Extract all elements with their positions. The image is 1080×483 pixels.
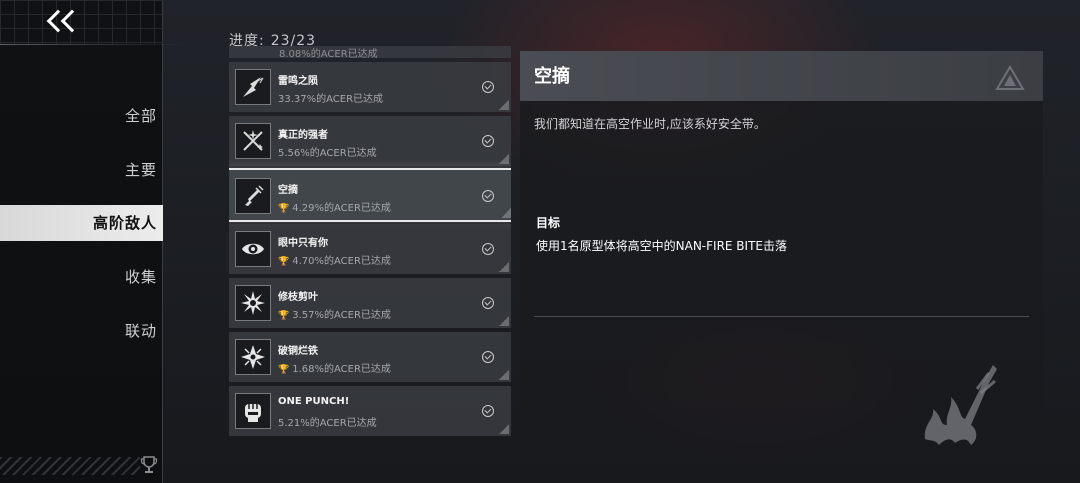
- list-item[interactable]: 8.08%的ACER已达成: [229, 46, 511, 60]
- achievement-subtitle: 🏆 4.70%的ACER已达成: [278, 252, 391, 267]
- detail-header: 空摘: [520, 51, 1043, 101]
- sidebar-item-main[interactable]: 主要: [0, 152, 163, 188]
- chevron-left-icon: [60, 9, 84, 33]
- sidebar: 全部 主要 高阶敌人 收集 联动: [0, 0, 163, 483]
- check-circle-icon: [482, 351, 494, 363]
- trophy-icon: 🏆: [278, 257, 290, 267]
- achievement-row[interactable]: 修枝剪叶 🏆 3.57%的ACER已达成: [229, 278, 511, 328]
- achievement-subtitle-text: 3.57%的ACER已达成: [292, 310, 391, 321]
- triangle-logo-icon: [995, 65, 1025, 90]
- achievement-title: 破铜烂铁: [278, 346, 318, 357]
- back-button[interactable]: [44, 9, 88, 38]
- achievement-title: 真正的强者: [278, 130, 328, 141]
- check-circle-icon: [482, 405, 494, 417]
- achievement-title: 眼中只有你: [278, 238, 328, 249]
- check-circle-icon: [482, 243, 494, 255]
- achievement-subtitle-text: 4.70%的ACER已达成: [292, 256, 391, 267]
- lightning-blade-icon: [235, 69, 271, 105]
- achievement-title: 空摘: [278, 185, 298, 196]
- achievement-row[interactable]: 眼中只有你 🏆 4.70%的ACER已达成: [229, 224, 511, 274]
- achievement-row[interactable]: ONE PUNCH! 5.21%的ACER已达成: [229, 386, 511, 436]
- goal-label: 目标: [536, 216, 561, 230]
- achievement-subtitle: 8.08%的ACER已达成: [279, 49, 378, 60]
- flaming-drone-emblem-icon: [924, 365, 997, 445]
- achievement-subtitle: 33.37%的ACER已达成: [278, 94, 384, 105]
- shuriken-icon: [235, 339, 271, 375]
- goal-text: 使用1名原型体将高空中的NAN-FIRE BITE击落: [536, 239, 787, 253]
- achievement-row-selected[interactable]: 空摘 🏆 4.29%的ACER已达成: [229, 168, 511, 222]
- sidebar-item-collection[interactable]: 收集: [0, 259, 163, 295]
- achievement-detail-panel: 空摘 我们都知道在高空作业时,应该系好安全带。 目标 使用1名原型体将高空中的N…: [520, 51, 1043, 461]
- trophy-icon: [140, 456, 158, 473]
- achievement-subtitle: 5.56%的ACER已达成: [278, 148, 377, 159]
- check-circle-icon: [482, 190, 494, 202]
- achievement-subtitle: 🏆 3.57%的ACER已达成: [278, 306, 391, 321]
- divider: [0, 44, 190, 45]
- falling-drone-icon: [235, 178, 271, 214]
- eye-icon: [235, 231, 271, 267]
- achievement-subtitle: 5.21%的ACER已达成: [278, 418, 377, 429]
- achievement-subtitle: 🏆 4.29%的ACER已达成: [278, 199, 391, 214]
- achievement-title: 修枝剪叶: [278, 292, 318, 303]
- stripe-decoration: [0, 457, 140, 475]
- achievement-row[interactable]: 雷鸣之陨 33.37%的ACER已达成: [229, 62, 511, 112]
- achievement-list[interactable]: 8.08%的ACER已达成 雷鸣之陨 33.37%的ACER已达成 真正的强者 …: [229, 46, 511, 483]
- trophy-icon: 🏆: [278, 311, 290, 321]
- sidebar-item-collab[interactable]: 联动: [0, 313, 163, 349]
- achievement-subtitle-text: 1.68%的ACER已达成: [292, 364, 391, 375]
- achievement-title: ONE PUNCH!: [278, 396, 350, 407]
- achievement-subtitle: 🏆 1.68%的ACER已达成: [278, 360, 391, 375]
- achievement-row[interactable]: 破铜烂铁 🏆 1.68%的ACER已达成: [229, 332, 511, 382]
- divider: [534, 316, 1029, 317]
- burst-icon: [235, 285, 271, 321]
- detail-description: 我们都知道在高空作业时,应该系好安全带。: [534, 117, 766, 131]
- check-circle-icon: [482, 81, 494, 93]
- achievement-row[interactable]: 真正的强者 5.56%的ACER已达成: [229, 116, 511, 166]
- sidebar-item-elite-enemies[interactable]: 高阶敌人: [0, 205, 163, 241]
- fist-icon: [235, 393, 271, 429]
- check-circle-icon: [482, 297, 494, 309]
- check-circle-icon: [482, 135, 494, 147]
- trophy-icon: 🏆: [278, 204, 290, 214]
- trophy-icon: 🏆: [278, 365, 290, 375]
- sidebar-item-all[interactable]: 全部: [0, 98, 163, 134]
- crossed-swords-sparkle-icon: [235, 123, 271, 159]
- detail-title: 空摘: [534, 66, 570, 87]
- achievement-subtitle-text: 4.29%的ACER已达成: [292, 203, 391, 214]
- achievement-title: 雷鸣之陨: [278, 76, 318, 87]
